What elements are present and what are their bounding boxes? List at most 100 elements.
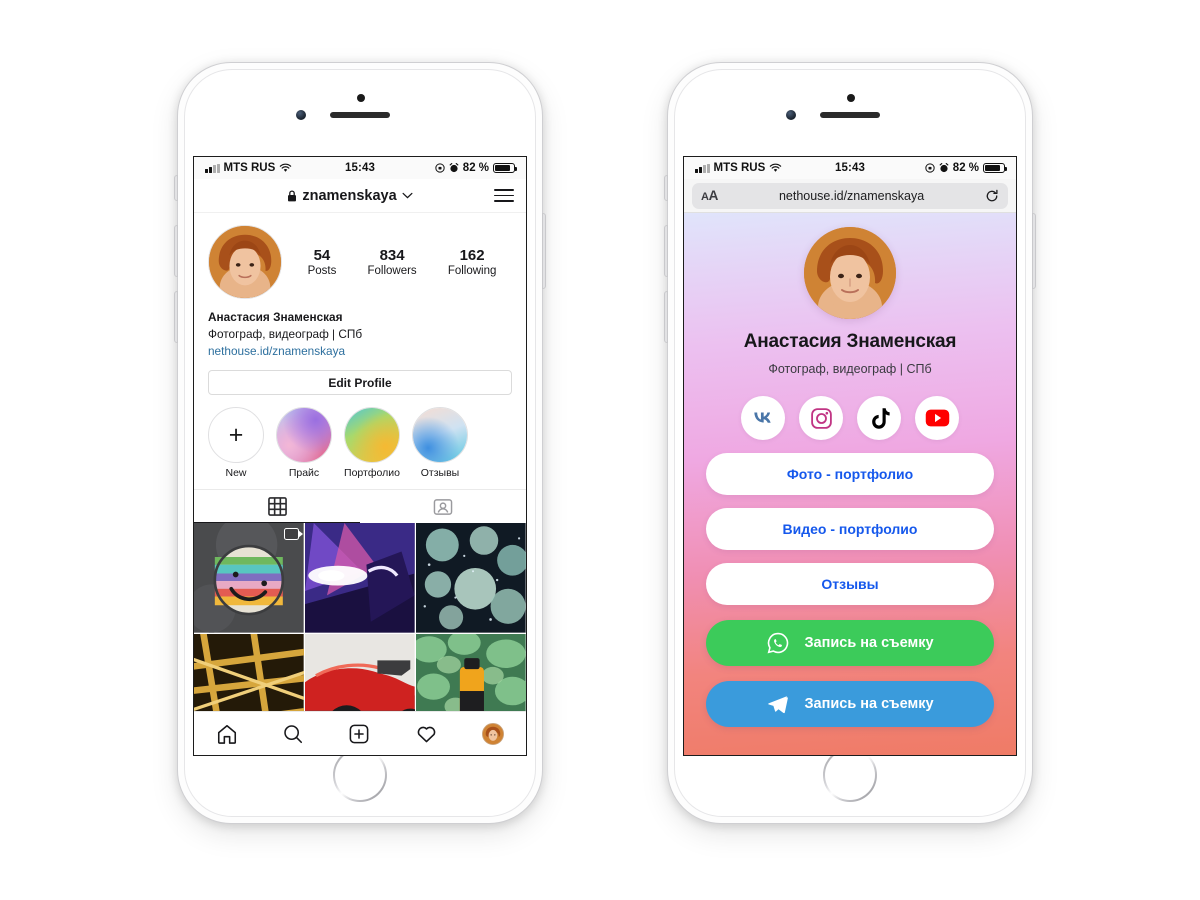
- address-bar[interactable]: AA nethouse.id/znamenskaya: [692, 182, 1008, 209]
- social-youtube-button[interactable]: [915, 396, 959, 440]
- volume-up-button[interactable]: [664, 225, 668, 277]
- highlight-label: New: [225, 467, 247, 480]
- nav-add-icon[interactable]: [348, 723, 370, 745]
- highlight-price[interactable]: Прайс: [276, 407, 332, 479]
- status-bar-right: 82 %: [865, 162, 1008, 174]
- social-tiktok-button[interactable]: [857, 396, 901, 440]
- instagram-header: znamenskaya: [194, 179, 526, 213]
- telegram-icon: [768, 696, 789, 714]
- highlight-reviews[interactable]: Отзывы: [412, 407, 468, 479]
- highlight-cover: [276, 407, 332, 464]
- phone-body: MTS RUS 15:43: [184, 69, 536, 817]
- social-instagram-button[interactable]: [799, 396, 843, 440]
- whatsapp-icon: [768, 632, 789, 654]
- nav-home-icon[interactable]: [216, 723, 238, 745]
- profile-bio: Анастасия Знаменская Фотограф, видеограф…: [194, 299, 526, 359]
- text-size-button[interactable]: AA: [701, 188, 718, 203]
- alarm-clock-icon: [449, 163, 459, 173]
- home-button[interactable]: [823, 748, 877, 802]
- screenshot-canvas: MTS RUS 15:43 82 % znamenskaya 54 Posts …: [0, 0, 1200, 900]
- rotation-lock-icon: [925, 163, 935, 173]
- status-bar-right: 82 %: [375, 162, 518, 174]
- hamburger-menu-icon[interactable]: [494, 189, 514, 202]
- clock-label: 15:43: [835, 162, 865, 174]
- profile-tabs: [194, 489, 526, 524]
- edit-profile-button[interactable]: Edit Profile: [208, 370, 512, 396]
- link-button-photo-portfolio[interactable]: Фото - портфолио: [706, 453, 994, 495]
- battery-icon: [493, 162, 518, 174]
- grid-post-3[interactable]: [416, 523, 526, 633]
- instagram-icon: [810, 407, 832, 429]
- battery-percent-label: 82 %: [462, 162, 490, 174]
- stat-following[interactable]: 162 Following: [448, 247, 497, 276]
- story-highlights: + New Прайс Портфолио Отзывы: [194, 395, 526, 489]
- lock-icon: [288, 189, 297, 201]
- plus-icon: +: [208, 407, 264, 464]
- silent-switch[interactable]: [664, 175, 668, 201]
- username-selector[interactable]: znamenskaya: [206, 188, 494, 204]
- signal-bars-icon: [205, 163, 220, 173]
- earpiece-speaker: [820, 112, 880, 118]
- clock-label: 15:43: [345, 162, 375, 174]
- social-vk-button[interactable]: [741, 396, 785, 440]
- front-camera-icon: [786, 110, 796, 120]
- silent-switch[interactable]: [174, 175, 178, 201]
- youtube-icon: [925, 409, 949, 427]
- tagged-person-icon: [433, 498, 453, 515]
- stat-posts[interactable]: 54 Posts: [308, 247, 337, 276]
- iphone-left-instagram: MTS RUS 15:43 82 % znamenskaya 54 Posts …: [174, 62, 546, 824]
- status-bar-left: MTS RUS: [695, 162, 835, 174]
- alarm-clock-icon: [939, 163, 949, 173]
- profile-avatar[interactable]: [208, 225, 282, 299]
- nav-search-icon[interactable]: [282, 723, 304, 745]
- bio-website-link[interactable]: nethouse.id/znamenskaya: [208, 343, 512, 360]
- stat-label: Following: [447, 264, 497, 277]
- nethouse-landing-page: Анастасия Знаменская Фотограф, видеограф…: [684, 213, 1016, 755]
- neon-light-painting-photo: [305, 523, 415, 633]
- bio-display-name: Анастасия Знаменская: [208, 310, 343, 324]
- battery-icon: [983, 162, 1008, 174]
- link-button-reviews[interactable]: Отзывы: [706, 563, 994, 605]
- highlight-portfolio[interactable]: Портфолио: [344, 407, 400, 479]
- instagram-screen: MTS RUS 15:43 82 % znamenskaya 54 Posts …: [193, 156, 527, 756]
- tab-tagged[interactable]: [360, 490, 526, 523]
- highlight-cover: [344, 407, 400, 464]
- status-bar: MTS RUS 15:43 82 %: [194, 157, 526, 179]
- link-button-video-portfolio[interactable]: Видео - портфолио: [706, 508, 994, 550]
- stat-followers[interactable]: 834 Followers: [367, 247, 416, 276]
- profile-stats: 54 Posts 834 Followers 162 Following: [282, 247, 512, 276]
- tab-grid[interactable]: [194, 490, 360, 524]
- power-button[interactable]: [1032, 213, 1036, 289]
- status-bar-left: MTS RUS: [205, 162, 345, 174]
- chevron-down-icon: [402, 192, 413, 199]
- volume-down-button[interactable]: [664, 291, 668, 343]
- cta-label: Запись на съемку: [804, 696, 934, 712]
- wifi-icon: [770, 163, 782, 172]
- vk-icon: [754, 412, 771, 423]
- tiktok-icon: [871, 407, 890, 429]
- nav-activity-icon[interactable]: [415, 722, 438, 745]
- nav-profile-icon[interactable]: [481, 722, 504, 745]
- volume-up-button[interactable]: [174, 225, 178, 277]
- nav-avatar: [481, 722, 504, 745]
- highlight-new[interactable]: + New: [208, 407, 264, 479]
- stat-value: 162: [459, 247, 485, 265]
- wifi-icon: [280, 163, 292, 172]
- stat-label: Followers: [367, 264, 417, 277]
- cta-telegram-booking-button[interactable]: Запись на съемку: [706, 681, 994, 727]
- grid-post-1[interactable]: [194, 523, 304, 633]
- volume-down-button[interactable]: [174, 291, 178, 343]
- home-button[interactable]: [333, 748, 387, 802]
- bottom-navigation: [194, 711, 526, 755]
- grid-post-2[interactable]: [305, 523, 415, 633]
- safari-toolbar: AA nethouse.id/znamenskaya: [684, 179, 1016, 213]
- power-button[interactable]: [542, 213, 546, 289]
- carrier-label: MTS RUS: [713, 162, 766, 174]
- status-bar: MTS RUS 15:43 82 %: [684, 157, 1016, 179]
- reload-icon[interactable]: [985, 189, 999, 203]
- stat-value: 54: [313, 247, 331, 265]
- cta-whatsapp-booking-button[interactable]: Запись на съемку: [706, 620, 994, 666]
- earpiece-speaker: [330, 112, 390, 118]
- bio-description: Фотограф, видеограф | СПб: [208, 326, 363, 341]
- stat-value: 834: [379, 247, 405, 265]
